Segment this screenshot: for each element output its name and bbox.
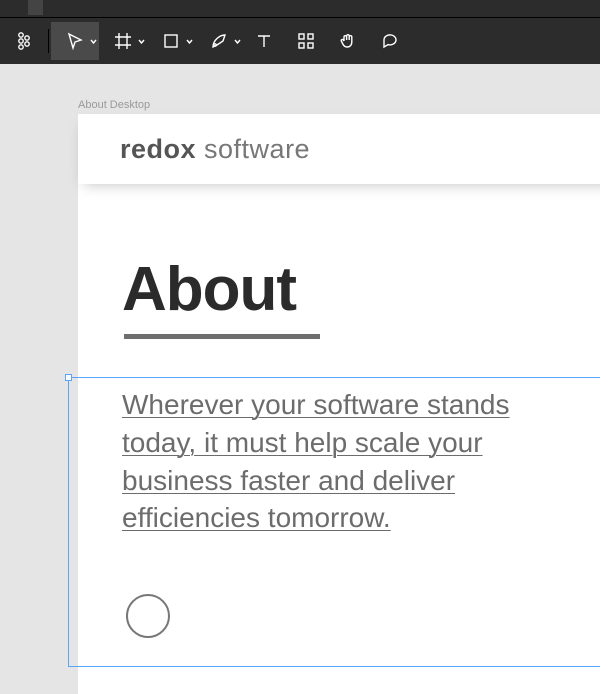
toolbar [0, 18, 600, 64]
lede-text[interactable]: Wherever your software stands today, it … [122, 386, 522, 537]
circle-graphic [126, 594, 170, 638]
menubar-strip [0, 0, 600, 18]
page-title: About [122, 254, 296, 325]
site-header: redox software [78, 114, 600, 184]
canvas[interactable]: About Desktop redox software About Where… [0, 64, 600, 600]
selection-handle[interactable] [65, 374, 72, 381]
hand-tool[interactable] [327, 22, 369, 60]
comment-tool[interactable] [369, 22, 411, 60]
frame-label[interactable]: About Desktop [78, 99, 150, 111]
chevron-down-icon [234, 32, 241, 50]
frame-tool[interactable] [99, 22, 147, 60]
toolbar-divider [48, 29, 49, 53]
figma-menu-icon[interactable] [4, 22, 46, 60]
move-tool[interactable] [51, 22, 99, 60]
text-tool[interactable] [243, 22, 285, 60]
brand-logo: redox software [120, 134, 310, 165]
chevron-down-icon [90, 32, 97, 50]
chevron-down-icon [186, 32, 193, 50]
shape-tool[interactable] [147, 22, 195, 60]
title-underline [124, 334, 320, 339]
pen-tool[interactable] [195, 22, 243, 60]
resources-tool[interactable] [285, 22, 327, 60]
chevron-down-icon [138, 32, 145, 50]
